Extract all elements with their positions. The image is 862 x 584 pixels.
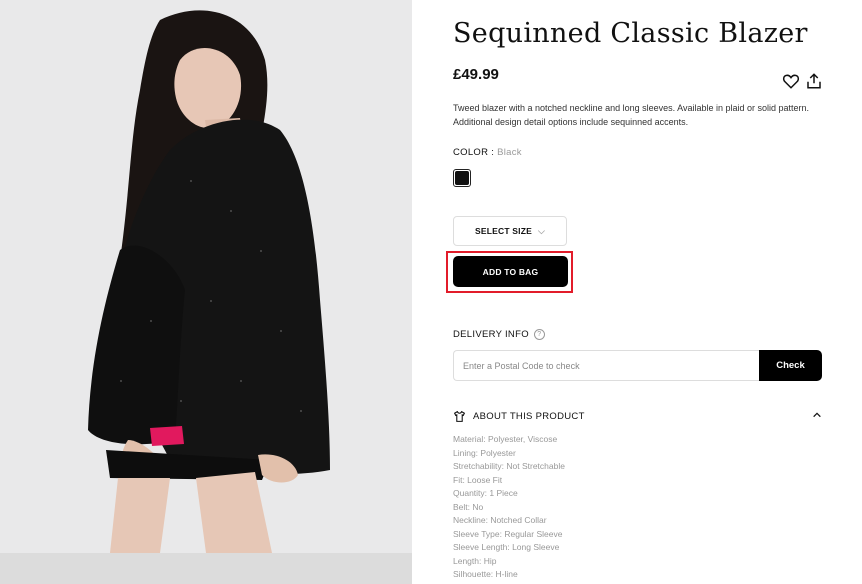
about-product-label: ABOUT THIS PRODUCT xyxy=(473,410,585,422)
product-specs: Material: Polyester, Viscose Lining: Pol… xyxy=(453,433,565,582)
shirt-icon xyxy=(453,410,466,423)
delivery-info-text: DELIVERY INFO xyxy=(453,329,529,340)
spec-item: Fit: Loose Fit xyxy=(453,474,503,485)
product-description: Tweed blazer with a notched neckline and… xyxy=(453,103,810,127)
spec-item: Quantity: 1 Piece xyxy=(453,488,518,498)
product-price: £49.99 xyxy=(453,66,499,83)
color-swatch-black[interactable] xyxy=(453,169,471,187)
color-label-text: COLOR : xyxy=(453,147,495,158)
spec-item: Material: Polyester, Viscose xyxy=(453,434,558,444)
chevron-down-icon: ⌵ xyxy=(537,225,546,236)
about-product-toggle[interactable]: ABOUT THIS PRODUCT xyxy=(453,408,822,424)
spec-item: Lining: Polyester xyxy=(453,447,516,458)
spec-item: Silhouette: H-line xyxy=(453,569,518,579)
color-value: Black xyxy=(497,147,522,158)
add-to-bag-highlight xyxy=(446,251,573,293)
share-icon[interactable] xyxy=(805,72,825,92)
chevron-up-icon[interactable] xyxy=(812,410,822,423)
select-size-button[interactable]: SELECT SIZE ⌵ xyxy=(453,216,567,246)
spec-item: Neckline: Notched Collar xyxy=(453,515,547,525)
postal-code-input[interactable] xyxy=(453,350,759,381)
model-illustration xyxy=(88,10,330,553)
select-size-label: SELECT SIZE xyxy=(474,226,532,236)
product-title: Sequinned Classic Blazer xyxy=(453,18,808,49)
spec-item: Length: Hip xyxy=(453,555,497,566)
spec-item: Sleeve Type: Regular Sleeve xyxy=(453,528,563,539)
product-image[interactable] xyxy=(0,0,412,584)
swatch-fill xyxy=(455,171,469,185)
check-button[interactable]: Check xyxy=(759,350,822,381)
heart-icon[interactable] xyxy=(782,72,802,92)
spec-item: Belt: No xyxy=(453,501,484,512)
info-icon[interactable]: ? xyxy=(533,329,545,340)
delivery-info-label: DELIVERY INFO ? xyxy=(453,329,545,340)
spec-item: Stretchability: Not Stretchable xyxy=(453,461,565,471)
color-label: COLOR : Black xyxy=(453,147,522,158)
spec-item: Sleeve Length: Long Sleeve xyxy=(453,542,560,552)
thumbnail-strip xyxy=(0,553,412,584)
